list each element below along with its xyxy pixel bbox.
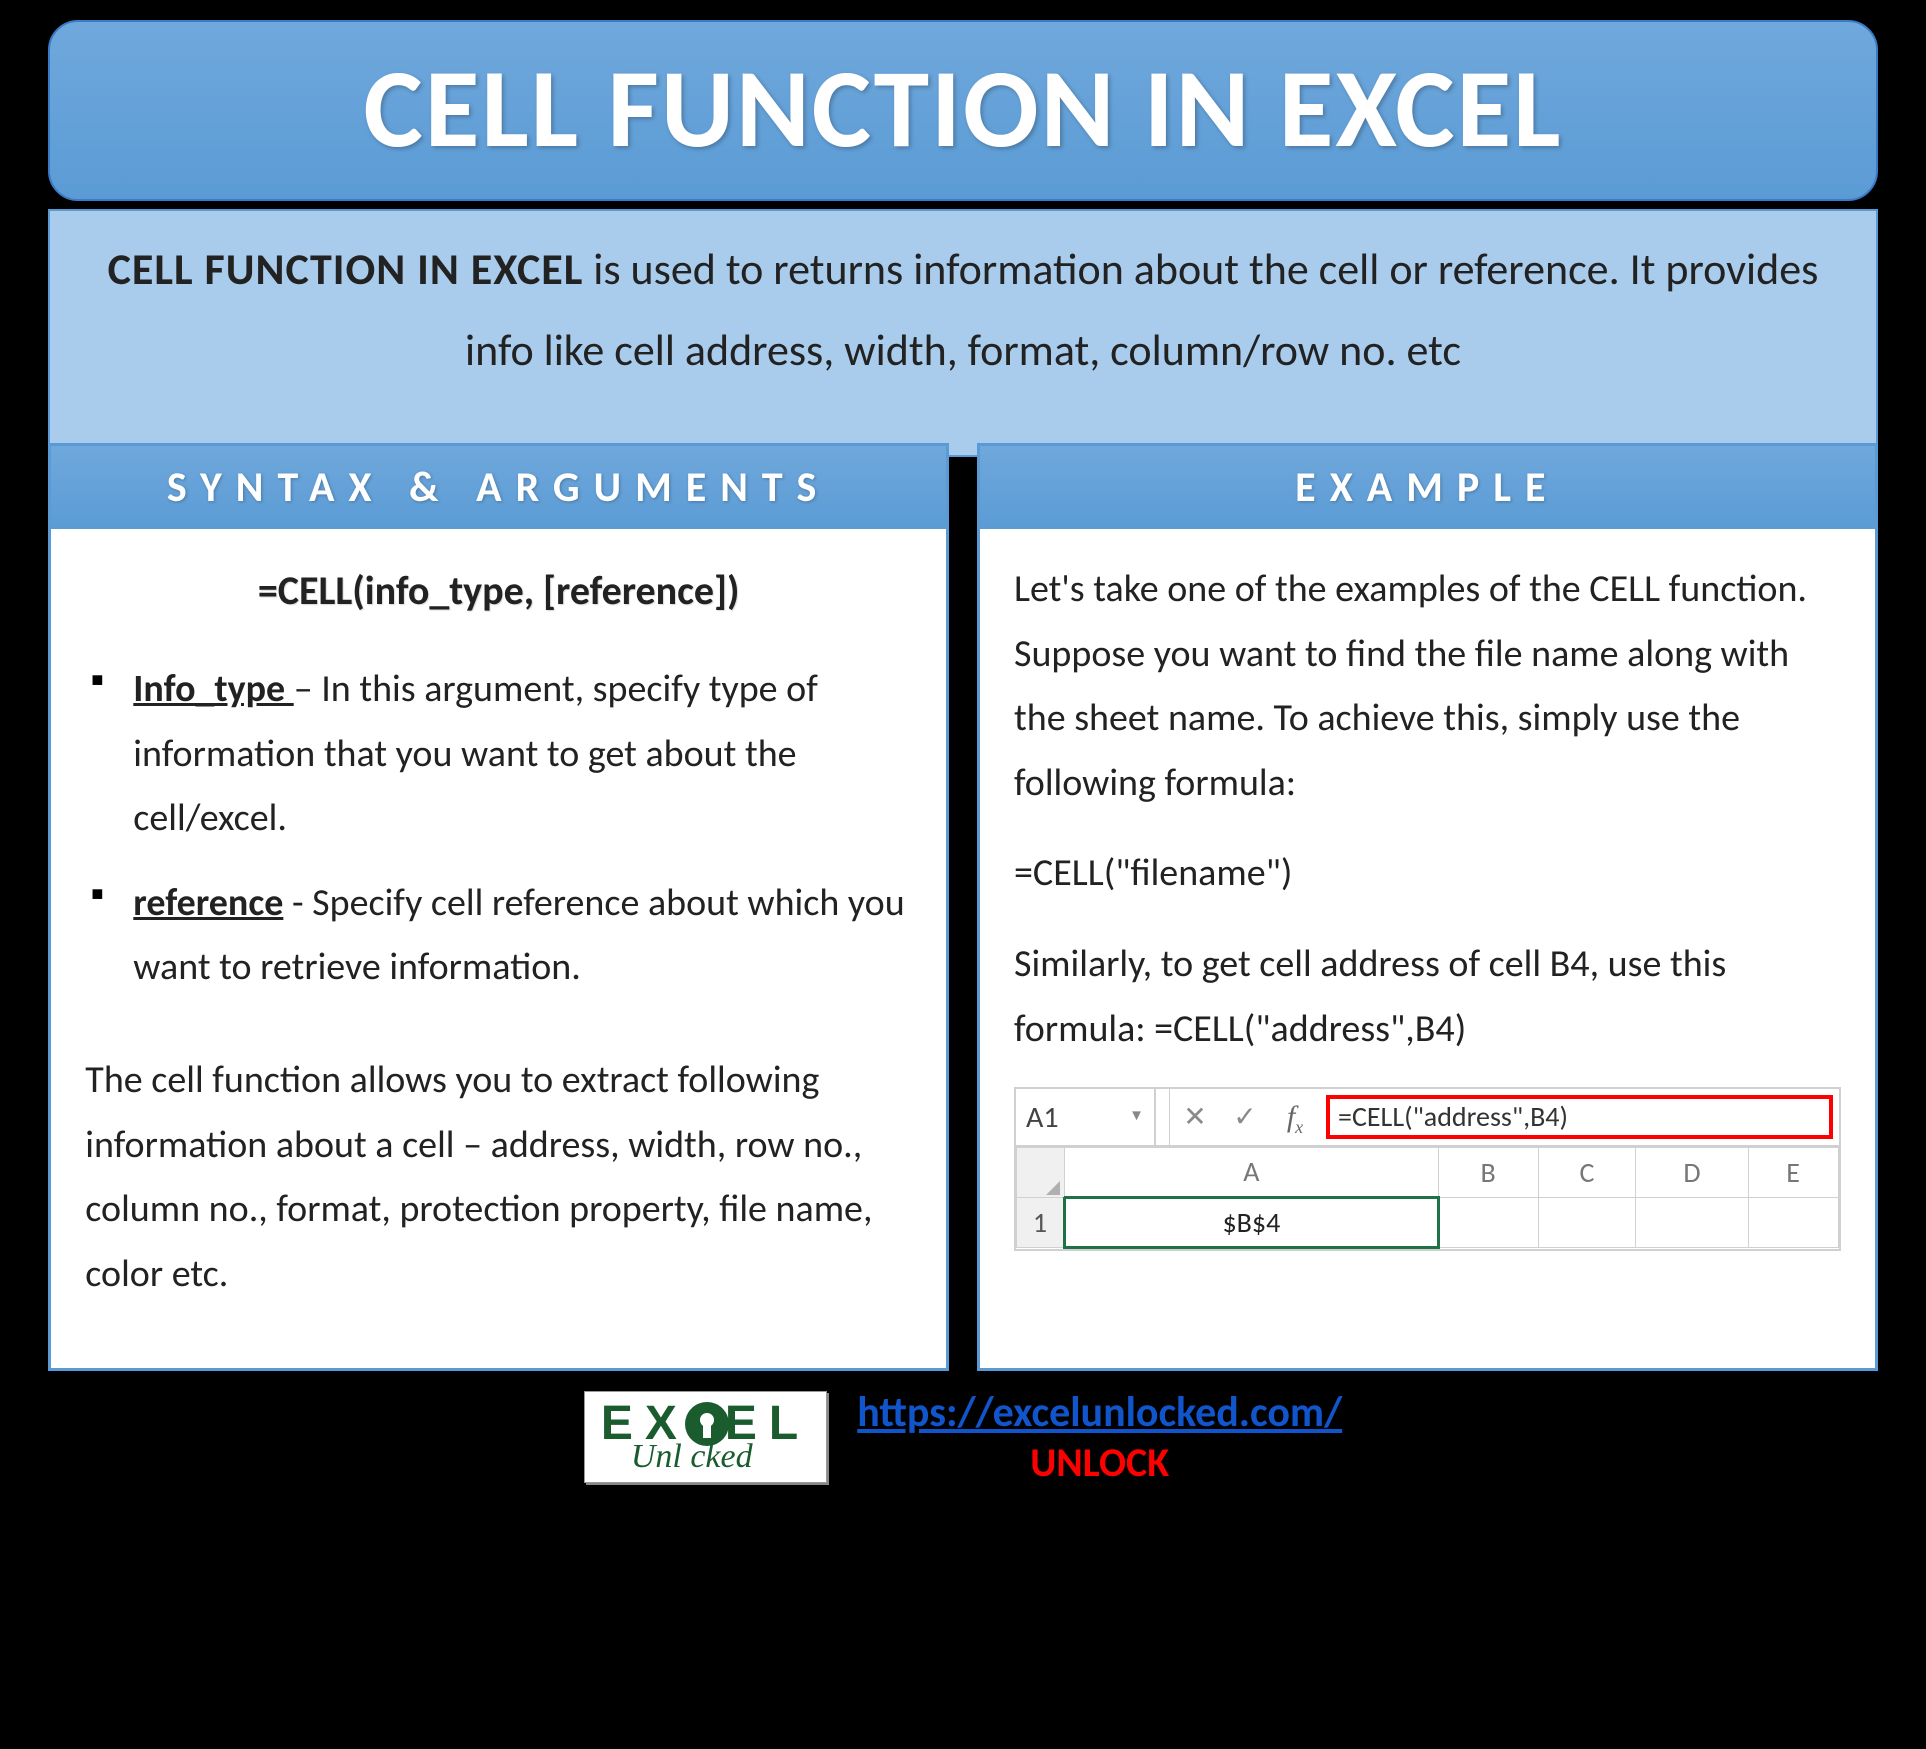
spreadsheet-grid[interactable]: A B C D E 1 $B$4 [1016,1147,1839,1249]
name-box-value: A1 [1026,1092,1059,1143]
example-formula1: =CELL("filename") [1014,841,1841,906]
keyhole-icon [685,1402,729,1446]
separator [1156,1089,1170,1145]
syntax-body: =CELL(info_type, [reference]) Info_type … [51,529,946,1368]
syntax-summary: The cell function allows you to extract … [85,1048,912,1306]
formula-bar-row: A1 ▼ ✕ ✓ fx =CELL("address",B4) [1016,1089,1839,1147]
row-1: 1 $B$4 [1017,1197,1839,1248]
cell-a1[interactable]: $B$4 [1065,1197,1439,1248]
col-header-e[interactable]: E [1748,1148,1838,1198]
intro-strong: CELL FUNCTION IN EXCEL [108,242,584,296]
col-header-a[interactable]: A [1065,1148,1439,1198]
dropdown-icon[interactable]: ▼ [1129,1104,1144,1130]
example-panel: EXAMPLE Let's take one of the examples o… [977,443,1878,1371]
syntax-header: SYNTAX & ARGUMENTS [51,446,946,529]
footer-text: https://excelunlocked.com/ UNLOCK [857,1387,1342,1487]
column-header-row: A B C D E [1017,1148,1839,1198]
enter-icon[interactable]: ✓ [1220,1093,1270,1141]
formula-bar-input[interactable]: =CELL("address",B4) [1326,1095,1833,1139]
example-p1: Let's take one of the examples of the CE… [1014,557,1841,815]
syntax-panel: SYNTAX & ARGUMENTS =CELL(info_type, [ref… [48,443,949,1371]
col-header-b[interactable]: B [1438,1148,1538,1198]
excel-unlocked-logo: EX EL Unl cked [584,1391,827,1483]
arg-reference: reference - Specify cell reference about… [85,871,912,1000]
excel-screenshot: A1 ▼ ✕ ✓ fx =CELL("address",B4) [1014,1087,1841,1251]
page-title: CELL FUNCTION IN EXCEL [364,40,1563,177]
name-box[interactable]: A1 ▼ [1016,1089,1156,1145]
cell-d1[interactable] [1636,1197,1748,1248]
formula-bar-text: =CELL("address",B4) [1338,1093,1568,1141]
example-p2: Similarly, to get cell address of cell B… [1014,932,1841,1061]
example-body: Let's take one of the examples of the CE… [980,529,1875,1368]
row-header-1[interactable]: 1 [1017,1197,1065,1248]
title-banner: CELL FUNCTION IN EXCEL [48,20,1877,201]
columns: SYNTAX & ARGUMENTS =CELL(info_type, [ref… [48,443,1877,1371]
intro-text: is used to returns information about the… [465,242,1818,377]
syntax-formula: =CELL(info_type, [reference]) [85,557,912,625]
cell-e1[interactable] [1748,1197,1838,1248]
cancel-icon[interactable]: ✕ [1170,1093,1220,1141]
arg-info-type: Info_type – In this argument, specify ty… [85,657,912,851]
cell-c1[interactable] [1538,1197,1636,1248]
argument-list: Info_type – In this argument, specify ty… [85,657,912,1000]
example-header: EXAMPLE [980,446,1875,529]
intro-box: CELL FUNCTION IN EXCEL is used to return… [48,209,1877,457]
col-header-d[interactable]: D [1636,1148,1748,1198]
footer: EX EL Unl cked https://excelunlocked.com… [20,1387,1906,1487]
unlock-label: UNLOCK [857,1438,1342,1487]
fx-icon[interactable]: fx [1270,1091,1320,1143]
arg-term: reference [133,880,283,926]
col-header-c[interactable]: C [1538,1148,1636,1198]
cell-b1[interactable] [1438,1197,1538,1248]
select-all-corner[interactable] [1017,1148,1065,1198]
arg-term: Info_type [133,666,293,712]
logo-bottom: Unl cked [631,1440,753,1474]
site-url-link[interactable]: https://excelunlocked.com/ [857,1387,1342,1438]
